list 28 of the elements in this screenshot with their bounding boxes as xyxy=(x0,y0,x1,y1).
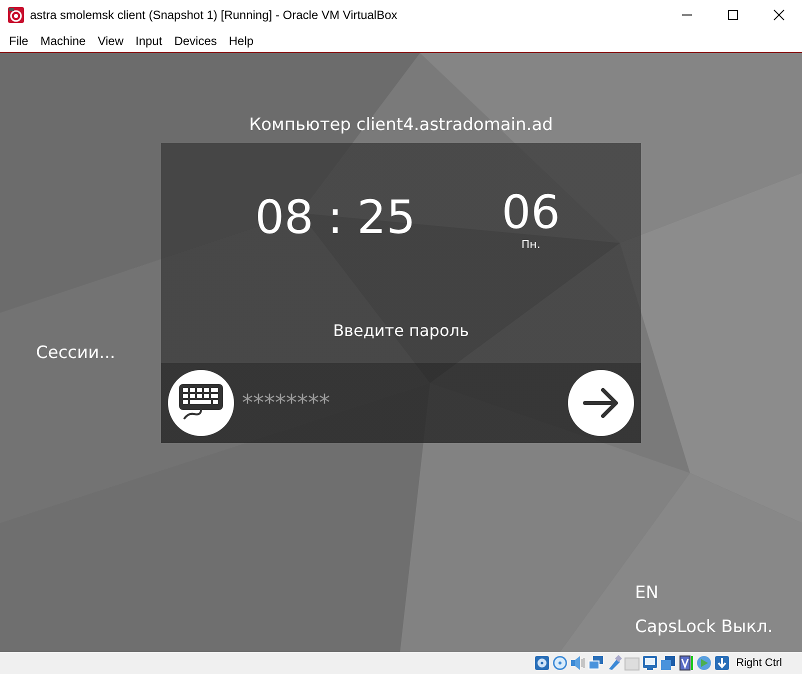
app-icon xyxy=(8,7,24,23)
menu-item[interactable]: Help xyxy=(222,34,260,48)
window-title: astra smolemsk client (Snapshot 1) [Running] - Oracle VM VirtualBox xyxy=(30,8,398,22)
clock-hours: 08 xyxy=(255,190,314,244)
weekday: Пн. xyxy=(521,238,540,251)
password-prompt: Введите пароль xyxy=(333,321,469,342)
menu-item[interactable]: Input xyxy=(130,34,168,48)
clock-separator: : xyxy=(328,190,344,244)
speaker-icon[interactable] xyxy=(570,655,586,671)
menu-item[interactable]: Machine xyxy=(34,34,92,48)
arrow-right-icon xyxy=(581,385,621,421)
clock-minutes: 25 xyxy=(357,190,416,244)
menu-item[interactable]: Devices xyxy=(168,34,223,48)
sessions-link[interactable]: Сессии... xyxy=(36,343,161,363)
host-key-label: Right Ctrl xyxy=(736,657,782,669)
windows-icon[interactable] xyxy=(660,655,676,671)
optical-disc-icon[interactable] xyxy=(552,655,568,671)
date-day: 06 xyxy=(502,187,560,237)
maximize-icon xyxy=(727,9,739,21)
menu-item[interactable]: File xyxy=(3,34,34,48)
network-icon[interactable] xyxy=(588,655,604,671)
password-field[interactable]: ******** xyxy=(240,383,568,423)
menu-item[interactable]: View xyxy=(92,34,130,48)
keyboard-layout[interactable]: EN xyxy=(635,583,802,603)
computer-name: Компьютер client4.astradomain.ad xyxy=(249,115,553,137)
close-icon xyxy=(773,9,785,21)
monitor-icon[interactable] xyxy=(642,655,658,671)
capslock-status: CapsLock Выкл. xyxy=(635,617,774,637)
